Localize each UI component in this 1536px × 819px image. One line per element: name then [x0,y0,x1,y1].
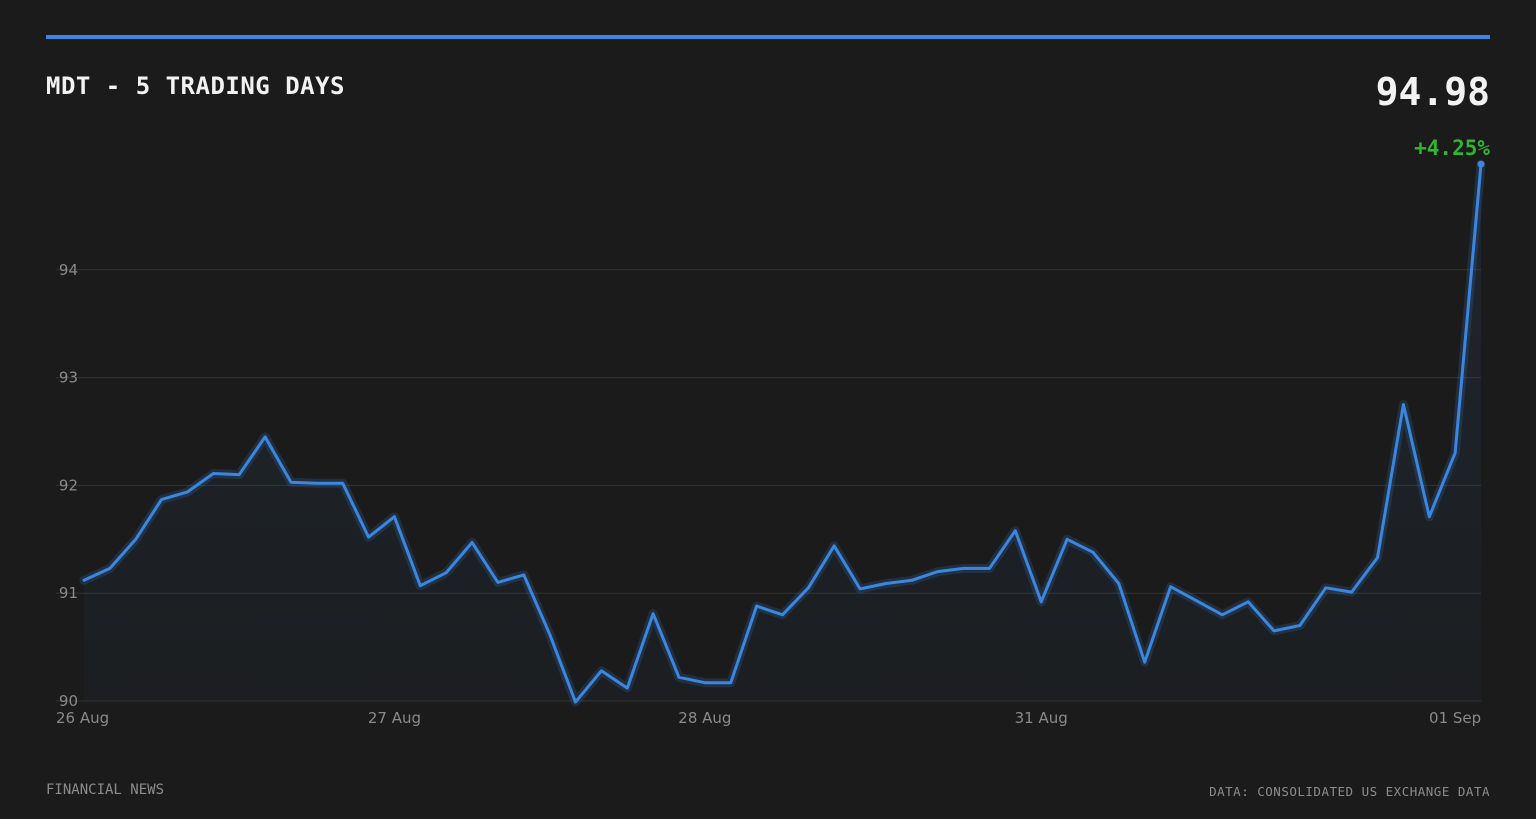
data-point [1298,624,1301,627]
data-point [1195,599,1198,602]
data-point [419,584,422,587]
data-point [781,613,784,616]
data-point [471,541,474,544]
data-point [1117,582,1120,585]
x-tick-label: 26 Aug [56,709,109,727]
data-point [134,538,137,541]
data-point [548,633,551,636]
data-point [936,570,939,573]
x-tick-label: 27 Aug [368,709,421,727]
data-point [238,473,241,476]
data-point [1454,452,1457,455]
y-tick-label: 94 [59,261,78,279]
data-point [652,612,655,615]
data-point [703,681,706,684]
price-chart: 90 91 92 93 94 26 Aug 27 Aug 28 Aug 31 Aug 01 Se… [56,159,1486,727]
footer-data-credit: DATA: CONSOLIDATED US EXCHANGE DATA [1209,784,1490,799]
data-point [1402,403,1405,406]
x-axis-ticks: 26 Aug 27 Aug 28 Aug 31 Aug 01 Sep [56,709,1481,727]
data-point [833,544,836,547]
x-tick-label: 01 Sep [1429,709,1481,727]
data-point [108,567,111,570]
y-axis-ticks: 90 91 92 93 94 [59,261,78,710]
data-point [83,579,86,582]
data-point [445,571,448,574]
data-point [729,681,732,684]
data-point [962,567,965,570]
data-point [496,581,499,584]
price-series [79,159,1486,707]
data-point [1143,661,1146,664]
data-point [1091,551,1094,554]
data-point [341,482,344,485]
data-point [884,582,887,585]
data-point [1324,586,1327,589]
data-point [264,435,267,438]
data-point [315,482,318,485]
data-point [1169,585,1172,588]
data-point [212,472,215,475]
data-point [522,573,525,576]
data-point [807,586,810,589]
data-point [910,579,913,582]
data-point [1350,591,1353,594]
data-point [755,605,758,608]
y-tick-label: 91 [59,584,78,602]
data-point [574,701,577,704]
data-point [1221,613,1224,616]
data-point [859,587,862,590]
x-tick-label: 28 Aug [678,709,731,727]
y-tick-label: 92 [59,476,78,494]
data-point [988,567,991,570]
data-point [626,687,629,690]
data-point [1066,538,1069,541]
data-point [1376,556,1379,559]
y-tick-label: 90 [59,692,78,710]
data-point [160,498,163,501]
last-price-marker [1477,160,1485,168]
data-point [600,669,603,672]
footer-source-label: FINANCIAL NEWS [46,782,165,798]
data-point [1014,529,1017,532]
data-point [289,481,292,484]
data-point [1428,515,1431,518]
data-point [367,536,370,539]
data-point [1273,629,1276,632]
data-point [1040,600,1043,603]
data-point [186,490,189,493]
data-point [678,676,681,679]
y-tick-label: 93 [59,369,78,387]
x-tick-label: 31 Aug [1015,709,1068,727]
data-point [1247,600,1250,603]
data-point [393,515,396,518]
